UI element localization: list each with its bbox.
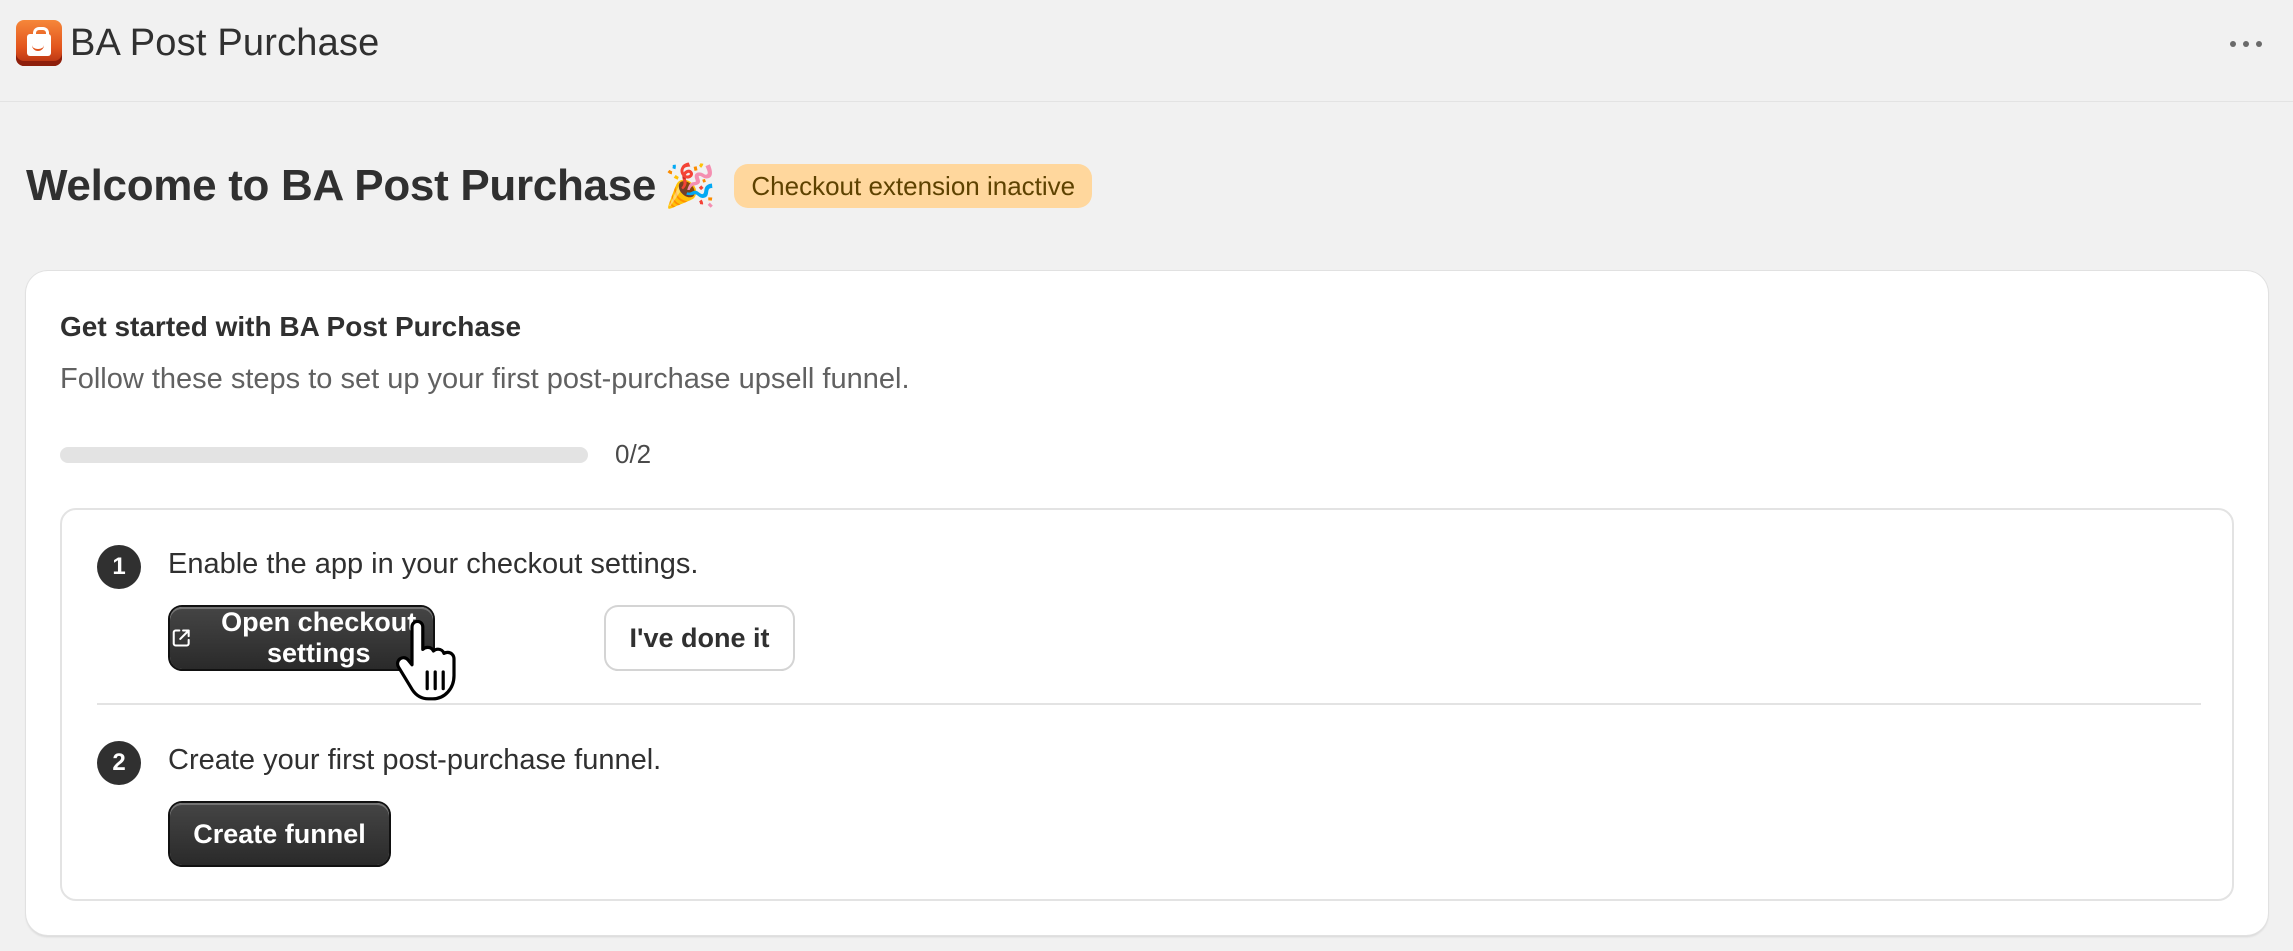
create-funnel-button[interactable]: Create funnel xyxy=(170,803,389,865)
ive-done-it-button[interactable]: I've done it xyxy=(606,607,793,669)
status-badge: Checkout extension inactive xyxy=(734,164,1093,208)
step-number: 2 xyxy=(97,741,141,785)
page-heading: Welcome to BA Post Purchase 🎉 Checkout e… xyxy=(26,158,1093,214)
ellipsis-icon xyxy=(2230,41,2236,47)
step-divider xyxy=(97,703,2201,705)
progress-bar xyxy=(60,447,588,463)
shopping-bag-icon xyxy=(16,20,62,66)
card-subtitle: Follow these steps to set up your first … xyxy=(60,363,910,395)
step-text: Create your first post-purchase funnel. xyxy=(168,744,662,776)
setup-guide-card: Get started with BA Post Purchase Follow… xyxy=(26,271,2268,935)
steps-list: 1 Enable the app in your checkout settin… xyxy=(60,508,2234,901)
open-checkout-settings-button[interactable]: Open checkout settings xyxy=(170,607,433,669)
app-header: BA Post Purchase xyxy=(0,0,2293,102)
progress-label: 0/2 xyxy=(615,439,652,469)
step-number: 1 xyxy=(97,545,141,589)
step-text: Enable the app in your checkout settings… xyxy=(168,548,699,580)
page-title: Welcome to BA Post Purchase xyxy=(26,161,657,210)
card-title: Get started with BA Post Purchase xyxy=(60,311,522,342)
more-actions-button[interactable] xyxy=(2226,30,2266,58)
button-label: Open checkout settings xyxy=(221,607,417,668)
external-link-icon xyxy=(172,629,190,647)
party-popper-icon: 🎉 xyxy=(664,162,717,209)
app-title: BA Post Purchase xyxy=(70,22,380,64)
